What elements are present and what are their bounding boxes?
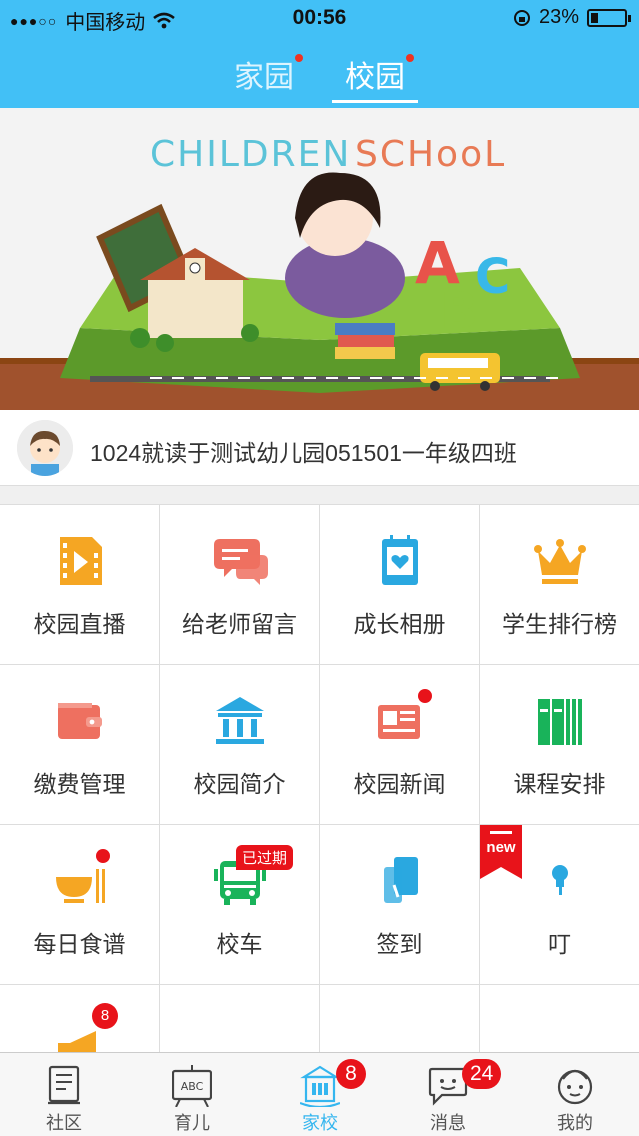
grid-item-payment[interactable]: 缴费管理 xyxy=(0,665,160,825)
grid-item-ranking[interactable]: 学生排行榜 xyxy=(480,505,639,665)
books-icon xyxy=(538,699,582,745)
card-icon xyxy=(384,857,418,903)
grid-empty-cell xyxy=(160,985,320,1052)
tab-messages[interactable]: 24 消息 xyxy=(384,1053,512,1136)
grid-empty-cell xyxy=(320,985,480,1052)
announcement-badge: 8 xyxy=(92,1003,118,1029)
tab-campus-dot xyxy=(406,54,414,62)
tab-campus[interactable]: 校园 xyxy=(330,52,420,96)
tab-label: 家校 xyxy=(302,1113,338,1133)
grid-item-label: 课程安排 xyxy=(513,771,606,797)
grid-item-school-bus[interactable]: 已过期 校车 xyxy=(160,825,320,985)
profile-face-icon xyxy=(557,1069,593,1105)
school-icon xyxy=(300,1065,340,1107)
grid-item-label: 校车 xyxy=(216,931,263,957)
battery-icon xyxy=(587,8,631,27)
battery-level xyxy=(591,12,598,23)
home-school-badge: 8 xyxy=(336,1059,366,1089)
class-info-row[interactable]: 1024就读于测试幼儿园051501一年级四班 xyxy=(0,410,639,486)
bottom-tab-bar: 社区 ABC 育儿 8 家校 24 消息 我的 xyxy=(0,1052,639,1136)
building-icon xyxy=(216,697,264,744)
banner-title-children: CHILDREN xyxy=(150,134,351,175)
grid-item-live[interactable]: 校园直播 xyxy=(0,505,160,665)
battery-percent: 23% xyxy=(538,6,579,28)
tab-home-school[interactable]: 8 家校 xyxy=(256,1053,384,1136)
tab-campus-label: 校园 xyxy=(345,61,405,94)
grid-item-announcement[interactable]: 8 xyxy=(0,985,160,1052)
grid-item-label: 学生排行榜 xyxy=(502,611,617,637)
video-icon xyxy=(60,537,102,585)
grid-item-message-teacher[interactable]: 给老师留言 xyxy=(160,505,320,665)
album-icon xyxy=(382,535,418,585)
banner-image[interactable]: CHILDREN SCHooL A B C xyxy=(0,108,639,410)
wallet-icon xyxy=(58,703,102,739)
banner-block-c: C xyxy=(475,249,510,305)
grid-item-ding[interactable]: new 叮 xyxy=(480,825,639,985)
tab-label: 我的 xyxy=(557,1113,593,1133)
new-ribbon-label: new xyxy=(486,839,516,856)
grid-item-label: 校园新闻 xyxy=(353,771,446,797)
grid-item-daily-menu[interactable]: 每日食谱 xyxy=(0,825,160,985)
segment-tabs: 家园 校园 xyxy=(0,48,639,108)
tab-home-park-label: 家园 xyxy=(234,61,294,94)
grid-item-label: 校园直播 xyxy=(33,611,126,637)
pin-icon xyxy=(552,865,568,895)
grid-item-label: 校园简介 xyxy=(193,771,286,797)
chat-bubble-icon xyxy=(214,539,268,585)
tab-parenting[interactable]: ABC 育儿 xyxy=(128,1053,256,1136)
expired-tag: 已过期 xyxy=(236,845,294,870)
tab-home-park[interactable]: 家园 xyxy=(219,52,309,96)
grid-item-label: 成长相册 xyxy=(353,611,446,637)
status-bar: ●●●○○ 中国移动 00:56 23% xyxy=(0,0,639,36)
tab-label: 消息 xyxy=(430,1113,466,1133)
tab-mine[interactable]: 我的 xyxy=(511,1053,639,1136)
child-avatar xyxy=(17,420,73,476)
messages-badge: 24 xyxy=(462,1059,502,1089)
community-icon xyxy=(48,1065,80,1105)
grid-item-campus-intro[interactable]: 校园简介 xyxy=(160,665,320,825)
grid-item-label: 叮 xyxy=(548,931,571,957)
grid-item-schedule[interactable]: 课程安排 xyxy=(480,665,639,825)
abc-board-icon: ABC xyxy=(172,1065,212,1107)
banner-illustration: CHILDREN SCHooL A B C xyxy=(0,108,639,410)
grid-empty-cell xyxy=(480,985,639,1052)
class-info-text: 1024就读于测试幼儿园051501一年级四班 xyxy=(90,440,517,466)
grid-item-campus-news[interactable]: 校园新闻 xyxy=(320,665,480,825)
grid-item-album[interactable]: 成长相册 xyxy=(320,505,480,665)
menu-dot xyxy=(96,849,110,863)
feature-grid: 校园直播 给老师留言 成长相册 学生排行榜 缴费管理 校园简介 校园新闻 课程安… xyxy=(0,504,639,1052)
grid-item-label: 给老师留言 xyxy=(182,611,297,637)
crown-icon xyxy=(534,539,586,584)
rotation-lock-icon xyxy=(513,9,530,26)
status-right: 23% xyxy=(513,6,631,29)
newspaper-icon xyxy=(378,705,420,739)
grid-item-checkin[interactable]: 签到 xyxy=(320,825,480,985)
banner-block-b: B xyxy=(440,282,478,340)
tab-home-park-dot xyxy=(295,54,303,62)
news-dot xyxy=(418,689,432,703)
banner-title-school: SCHooL xyxy=(355,134,506,175)
abc-board-text: ABC xyxy=(181,1080,204,1093)
tab-community[interactable]: 社区 xyxy=(0,1053,128,1136)
tab-label: 社区 xyxy=(46,1113,82,1133)
grid-item-label: 每日食谱 xyxy=(33,931,126,957)
grid-item-label: 缴费管理 xyxy=(33,771,126,797)
tab-label: 育儿 xyxy=(174,1113,210,1133)
header: ●●●○○ 中国移动 00:56 23% 家园 校园 xyxy=(0,0,639,108)
grid-item-label: 签到 xyxy=(376,931,423,957)
active-tab-underline xyxy=(332,100,418,103)
